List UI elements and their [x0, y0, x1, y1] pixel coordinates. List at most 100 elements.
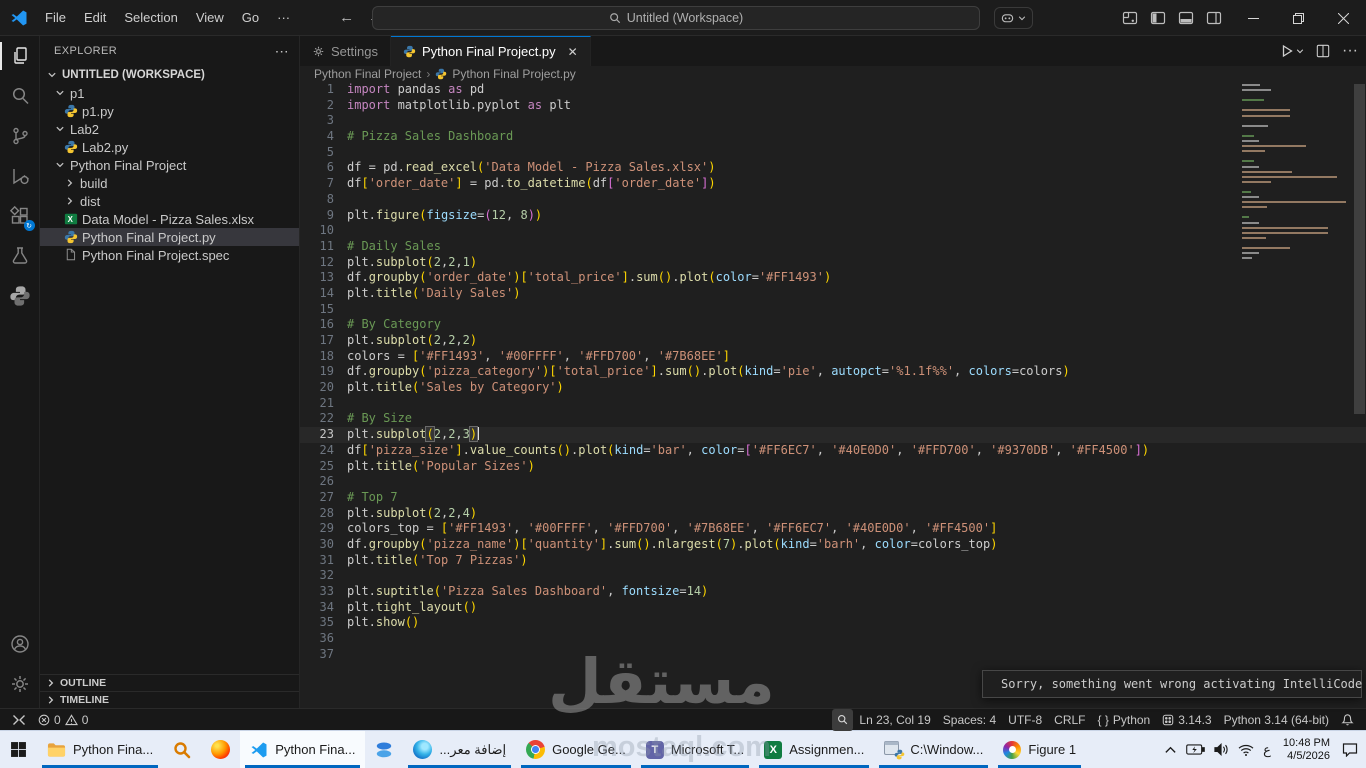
notifications-bell[interactable]: [1335, 709, 1360, 731]
menu-edit[interactable]: Edit: [75, 6, 115, 29]
tree-item-xlsx[interactable]: X Data Model - Pizza Sales.xlsx: [40, 210, 299, 228]
toggle-panel-icon[interactable]: [1178, 10, 1194, 26]
taskbar-blue-app[interactable]: [365, 731, 403, 768]
breadcrumb-folder[interactable]: Python Final Project: [314, 67, 421, 81]
start-button[interactable]: [0, 731, 37, 768]
python-extension-icon[interactable]: [0, 276, 40, 316]
code-line[interactable]: 36: [300, 631, 1366, 647]
code-line[interactable]: 22 # By Size: [300, 411, 1366, 427]
eol-sequence[interactable]: CRLF: [1048, 709, 1091, 731]
minimize-button[interactable]: [1231, 0, 1276, 36]
notification-toast[interactable]: Sorry, something went wrong activating I…: [982, 670, 1366, 698]
code-line[interactable]: 3: [300, 113, 1366, 129]
search-icon[interactable]: [0, 76, 40, 116]
code-line[interactable]: 18 colors = ['#FF1493', '#00FFFF', '#FFD7…: [300, 349, 1366, 365]
language-mode[interactable]: { } Python: [1092, 709, 1157, 731]
wifi-icon[interactable]: [1238, 744, 1254, 756]
code-line[interactable]: 26: [300, 474, 1366, 490]
copilot-button[interactable]: [994, 7, 1033, 29]
tree-item-spec[interactable]: Python Final Project.spec: [40, 246, 299, 264]
environment-indicator[interactable]: 3.14.3: [1156, 709, 1217, 731]
code-line[interactable]: 21: [300, 396, 1366, 412]
code-line[interactable]: 14 plt.title('Daily Sales'): [300, 286, 1366, 302]
code-line[interactable]: 34 plt.tight_layout(): [300, 600, 1366, 616]
code-line[interactable]: 9 plt.figure(figsize=(12, 8)): [300, 208, 1366, 224]
code-line[interactable]: 25 plt.title('Popular Sizes'): [300, 459, 1366, 475]
extensions-icon[interactable]: ↻: [0, 196, 40, 236]
testing-icon[interactable]: [0, 236, 40, 276]
split-editor-icon[interactable]: [1316, 44, 1330, 58]
code-line[interactable]: 20 plt.title('Sales by Category'): [300, 380, 1366, 396]
close-button[interactable]: [1321, 0, 1366, 36]
code-line[interactable]: 37: [300, 647, 1366, 663]
code-line[interactable]: 15: [300, 302, 1366, 318]
menu-view[interactable]: View: [187, 6, 233, 29]
code-lines[interactable]: 1 import pandas as pd 2 import matplotlib.p…: [300, 82, 1366, 662]
code-line[interactable]: 35 plt.show(): [300, 615, 1366, 631]
code-line[interactable]: 23 plt.subplot(2,2,3): [300, 426, 1366, 443]
customize-layout-icon[interactable]: [1122, 10, 1138, 26]
timeline-panel-header[interactable]: TIMELINE: [40, 691, 299, 708]
clock[interactable]: 10:48 PM 4/5/2026: [1280, 737, 1333, 763]
tree-item-lab2py[interactable]: Lab2.py: [40, 138, 299, 156]
taskbar-vscode[interactable]: Python Fina...: [240, 731, 366, 768]
taskbar-teams[interactable]: T Microsoft T...: [636, 731, 754, 768]
code-line[interactable]: 12 plt.subplot(2,2,1): [300, 255, 1366, 271]
code-line[interactable]: 28 plt.subplot(2,2,4): [300, 506, 1366, 522]
toggle-sidebar-left-icon[interactable]: [1150, 10, 1166, 26]
taskbar-search[interactable]: [163, 731, 201, 768]
scrollbar-thumb[interactable]: [1354, 84, 1365, 414]
code-line[interactable]: 5: [300, 145, 1366, 161]
taskbar-figure[interactable]: Figure 1: [993, 731, 1086, 768]
speaker-icon[interactable]: [1214, 743, 1229, 756]
tree-item-python-final-project[interactable]: Python Final Project: [40, 156, 299, 174]
problems-indicator[interactable]: 0 0: [32, 709, 94, 731]
code-line[interactable]: 6 df = pd.read_excel('Data Model - Pizza …: [300, 160, 1366, 176]
nav-back-icon[interactable]: ←: [339, 9, 354, 26]
language-indicator[interactable]: ع: [1263, 742, 1271, 758]
code-line[interactable]: 33 plt.suptitle('Pizza Sales Dashboard', …: [300, 584, 1366, 600]
code-line[interactable]: 2 import matplotlib.pyplot as plt: [300, 98, 1366, 114]
code-line[interactable]: 30 df.groupby('pizza_name')['quantity'].s…: [300, 537, 1366, 553]
code-line[interactable]: 17 plt.subplot(2,2,2): [300, 333, 1366, 349]
settings-gear-icon[interactable]: [0, 664, 40, 704]
code-line[interactable]: 10: [300, 223, 1366, 239]
tab-python-final-project[interactable]: Python Final Project.py ✕: [390, 36, 591, 66]
close-tab-icon[interactable]: ✕: [568, 45, 578, 59]
editor-scrollbar[interactable]: [1352, 82, 1366, 708]
code-line[interactable]: 27 # Top 7: [300, 490, 1366, 506]
code-line[interactable]: 7 df['order_date'] = pd.to_datetime(df['o…: [300, 176, 1366, 192]
code-line[interactable]: 8: [300, 192, 1366, 208]
encoding[interactable]: UTF-8: [1002, 709, 1048, 731]
tab-settings[interactable]: Settings: [300, 36, 391, 66]
menu-more[interactable]: ···: [268, 6, 299, 29]
menu-file[interactable]: File: [36, 6, 75, 29]
tree-item-build[interactable]: build: [40, 174, 299, 192]
outline-panel-header[interactable]: OUTLINE: [40, 674, 299, 691]
indentation[interactable]: Spaces: 4: [937, 709, 1002, 731]
taskbar-python-console[interactable]: C:\Window...: [874, 731, 993, 768]
taskbar-edge[interactable]: إضافة معر...: [403, 731, 516, 768]
taskbar-excel[interactable]: X Assignmen...: [754, 731, 874, 768]
tray-chevron-up-icon[interactable]: [1164, 745, 1177, 755]
menu-selection[interactable]: Selection: [115, 6, 186, 29]
python-interpreter[interactable]: Python 3.14 (64-bit): [1218, 709, 1335, 731]
explorer-more-actions[interactable]: ⋯: [275, 43, 289, 60]
account-icon[interactable]: [0, 624, 40, 664]
editor-more-actions[interactable]: ···: [1342, 42, 1358, 60]
remote-indicator[interactable]: [6, 709, 32, 731]
code-editor[interactable]: 1 import pandas as pd 2 import matplotlib.p…: [300, 82, 1366, 708]
code-line[interactable]: 31 plt.title('Top 7 Pizzas'): [300, 553, 1366, 569]
taskbar-chrome[interactable]: Google Ge...: [516, 731, 636, 768]
command-center-search[interactable]: Untitled (Workspace): [372, 6, 980, 30]
tree-item-workspace[interactable]: UNTITLED (WORKSPACE): [40, 66, 299, 84]
code-line[interactable]: 11 # Daily Sales: [300, 239, 1366, 255]
battery-icon[interactable]: [1186, 743, 1205, 756]
code-line[interactable]: 16 # By Category: [300, 317, 1366, 333]
tree-item-p1py[interactable]: p1.py: [40, 102, 299, 120]
taskbar-file-explorer[interactable]: Python Fina...: [37, 731, 163, 768]
breadcrumb-file[interactable]: Python Final Project.py: [452, 67, 575, 81]
code-line[interactable]: 19 df.groupby('pizza_category')['total_pr…: [300, 364, 1366, 380]
tree-item-lab2[interactable]: Lab2: [40, 120, 299, 138]
toggle-sidebar-right-icon[interactable]: [1206, 10, 1222, 26]
